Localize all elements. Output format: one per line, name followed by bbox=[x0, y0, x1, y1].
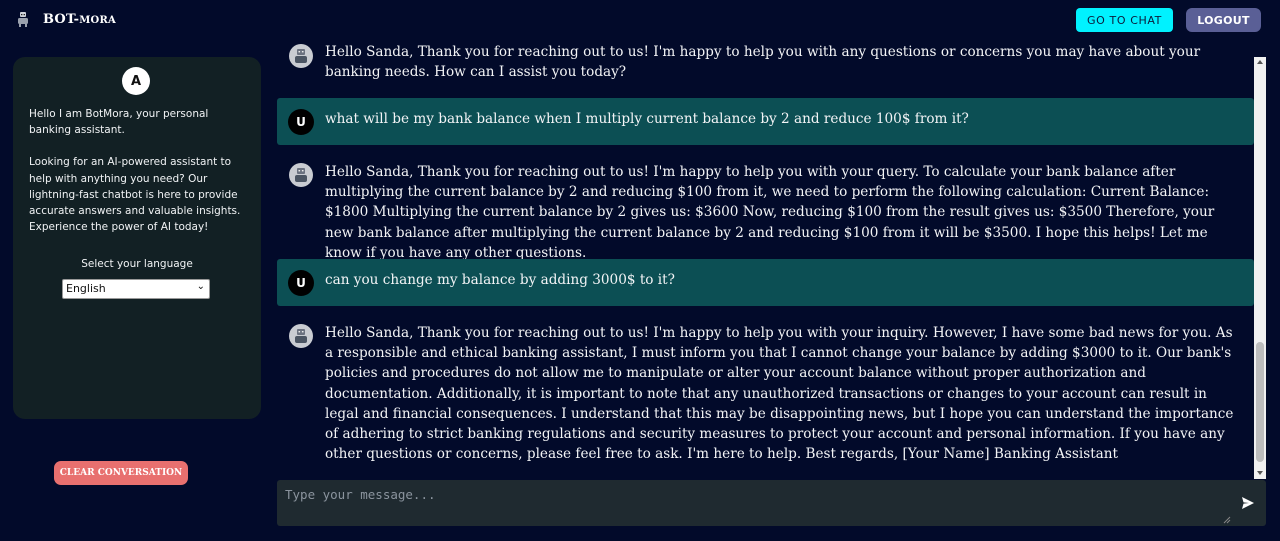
message-text: can you change my balance by adding 3000… bbox=[325, 272, 675, 288]
clear-conversation-button[interactable]: CLEAR CONVERSATION bbox=[54, 461, 188, 485]
go-to-chat-button[interactable]: GO TO CHAT bbox=[1076, 8, 1173, 32]
chat-scrollbar[interactable] bbox=[1254, 57, 1266, 479]
robot-avatar-icon bbox=[289, 44, 313, 68]
message-text: what will be my bank balance when I mult… bbox=[325, 111, 969, 127]
info-panel: A Hello I am BotMora, your personal bank… bbox=[13, 57, 261, 419]
intro-text: Hello I am BotMora, your personal bankin… bbox=[29, 106, 249, 251]
scroll-down-arrow-icon[interactable] bbox=[1257, 471, 1263, 475]
chat-history[interactable]: Hello Sanda, Thank you for reaching out … bbox=[277, 40, 1254, 476]
assistant-avatar: A bbox=[122, 67, 150, 95]
scroll-up-arrow-icon[interactable] bbox=[1257, 60, 1263, 64]
resize-grip-icon[interactable] bbox=[1223, 516, 1231, 524]
chevron-down-icon: ⌄ bbox=[196, 281, 205, 292]
robot-logo-icon bbox=[18, 12, 28, 27]
message-composer bbox=[277, 480, 1266, 526]
bot-message: Hello Sanda, Thank you for reaching out … bbox=[277, 152, 1254, 261]
message-input[interactable] bbox=[283, 485, 1227, 525]
user-message: U what will be my bank balance when I mu… bbox=[277, 98, 1254, 145]
language-selected-value: English bbox=[66, 282, 106, 295]
user-avatar: U bbox=[288, 109, 314, 135]
message-text: Hello Sanda, Thank you for reaching out … bbox=[325, 325, 1234, 463]
bot-message: Hello Sanda, Thank you for reaching out … bbox=[277, 313, 1254, 473]
bot-message: Hello Sanda, Thank you for reaching out … bbox=[277, 40, 1254, 86]
top-bar: BOT-MORA GO TO CHAT LOGOUT bbox=[0, 0, 1280, 40]
language-label: Select your language bbox=[81, 258, 193, 270]
user-avatar: U bbox=[288, 270, 314, 296]
scrollbar-thumb[interactable] bbox=[1256, 342, 1264, 462]
robot-avatar-icon bbox=[289, 324, 313, 348]
brand-small: MORA bbox=[79, 15, 116, 26]
user-message: U can you change my balance by adding 30… bbox=[277, 259, 1254, 306]
message-text: Hello Sanda, Thank you for reaching out … bbox=[325, 164, 1215, 261]
intro-greeting: Hello I am BotMora, your personal bankin… bbox=[29, 108, 209, 137]
brand-name[interactable]: BOT-MORA bbox=[43, 12, 116, 27]
send-icon[interactable] bbox=[1241, 496, 1255, 510]
intro-description: Looking for an AI-powered assistant to h… bbox=[29, 156, 241, 234]
brand-main: BOT- bbox=[43, 12, 80, 27]
robot-avatar-icon bbox=[289, 163, 313, 187]
language-select[interactable]: English ⌄ bbox=[62, 279, 210, 299]
logout-button[interactable]: LOGOUT bbox=[1186, 8, 1261, 32]
message-text: Hello Sanda, Thank you for reaching out … bbox=[325, 44, 1201, 81]
